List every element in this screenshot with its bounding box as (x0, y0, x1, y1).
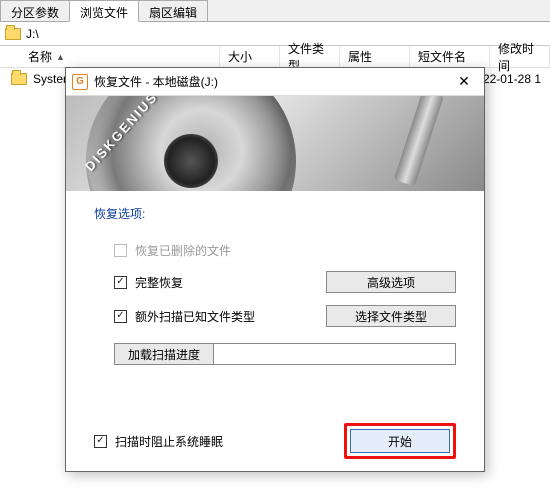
option-recover-deleted: 恢复已删除的文件 (114, 242, 456, 259)
dialog-banner: DISKGENIUS (66, 96, 484, 191)
col-name[interactable]: 名称▲ (0, 46, 220, 67)
dialog-body: 恢复选项: 恢复已删除的文件 完整恢复 高级选项 额外扫描已知文件类型 选择文件… (66, 191, 484, 471)
col-attr[interactable]: 属性 (340, 46, 410, 67)
disk-arm-graphic (394, 96, 444, 186)
load-progress-field[interactable] (214, 343, 456, 365)
option-extra-scan: 额外扫描已知文件类型 选择文件类型 (114, 305, 456, 327)
load-progress-row: 加载扫描进度 (114, 343, 456, 365)
col-type[interactable]: 文件类型 (280, 46, 340, 67)
tab-browse-files[interactable]: 浏览文件 (69, 0, 139, 22)
option-label: 恢复已删除的文件 (135, 242, 231, 259)
tab-partition-params[interactable]: 分区参数 (0, 0, 70, 21)
option-label: 完整恢复 (135, 274, 183, 291)
section-title: 恢复选项: (94, 205, 456, 222)
recover-dialog: G 恢复文件 - 本地磁盘(J:) ✕ DISKGENIUS 恢复选项: 恢复已… (65, 67, 485, 472)
checkbox-prevent-sleep[interactable] (94, 435, 107, 448)
start-highlight: 开始 (344, 423, 456, 459)
select-file-types-button[interactable]: 选择文件类型 (326, 305, 456, 327)
advanced-options-button[interactable]: 高级选项 (326, 271, 456, 293)
dialog-bottom-row: 扫描时阻止系统睡眠 开始 (94, 405, 456, 459)
option-label: 扫描时阻止系统睡眠 (115, 433, 223, 450)
checkbox-extra-scan[interactable] (114, 310, 127, 323)
main-tabs: 分区参数 浏览文件 扇区编辑 (0, 0, 550, 22)
close-icon[interactable]: ✕ (450, 73, 478, 90)
col-mod[interactable]: 修改时间 (490, 46, 550, 67)
column-headers: 名称▲ 大小 文件类型 属性 短文件名 修改时间 (0, 46, 550, 68)
path-text: J:\ (26, 27, 39, 41)
tab-sector-edit[interactable]: 扇区编辑 (138, 0, 208, 21)
checkbox-full-recover[interactable] (114, 276, 127, 289)
folder-icon (11, 73, 27, 85)
dialog-titlebar: G 恢复文件 - 本地磁盘(J:) ✕ (66, 68, 484, 96)
start-button[interactable]: 开始 (350, 429, 450, 453)
dialog-title: 恢复文件 - 本地磁盘(J:) (94, 73, 450, 90)
checkbox-recover-deleted (114, 244, 127, 257)
option-label: 额外扫描已知文件类型 (135, 308, 255, 325)
folder-icon (5, 28, 21, 40)
path-bar: J:\ (0, 22, 550, 46)
col-short[interactable]: 短文件名 (410, 46, 490, 67)
col-size[interactable]: 大小 (220, 46, 280, 67)
app-icon: G (72, 74, 88, 90)
sort-asc-icon: ▲ (56, 52, 65, 62)
load-scan-progress-button[interactable]: 加载扫描进度 (114, 343, 214, 365)
option-full-recover: 完整恢复 高级选项 (114, 271, 456, 293)
